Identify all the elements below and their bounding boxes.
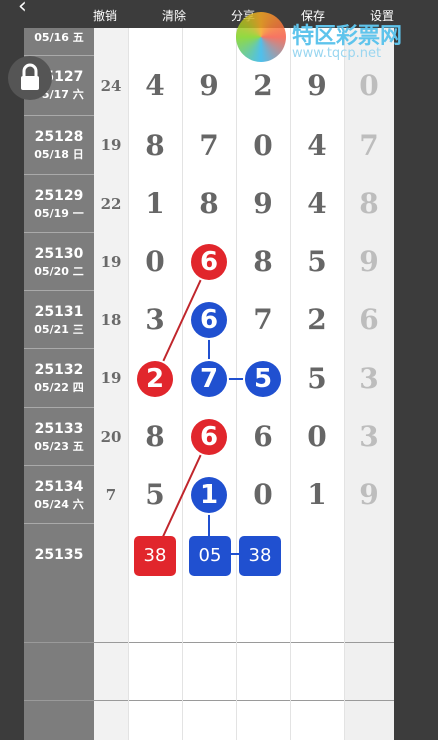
empty-last-column xyxy=(344,583,394,740)
empty-issue-column xyxy=(24,583,94,740)
lock-button[interactable] xyxy=(8,56,52,100)
digit-cell[interactable]: 1 xyxy=(290,466,344,524)
digit-cell[interactable]: 5 xyxy=(290,233,344,291)
tail-digit-cell[interactable]: 9 xyxy=(344,466,394,524)
blue-pick-box[interactable]: 05 xyxy=(189,536,231,576)
sum-cell: 18 xyxy=(94,291,128,349)
digit-cell[interactable]: 0 xyxy=(290,408,344,466)
lock-icon xyxy=(21,63,39,90)
predict-issue-number: 25135 xyxy=(34,547,84,563)
digit-cell[interactable]: 7 xyxy=(182,116,236,175)
digit-cell[interactable]: 9 xyxy=(290,56,344,116)
issue-date: 05/20 二 xyxy=(34,265,84,278)
blue-ball[interactable]: 6 xyxy=(191,302,227,338)
blue-ball[interactable]: 5 xyxy=(245,361,281,397)
issue-date: 05/24 六 xyxy=(34,498,84,511)
undo-button[interactable]: 撤销 xyxy=(93,7,117,24)
left-sidebar xyxy=(0,0,24,740)
right-sidebar xyxy=(394,0,438,740)
blue-ball[interactable]: 7 xyxy=(191,361,227,397)
blue-ball[interactable]: 1 xyxy=(191,477,227,513)
sum-cell: 19 xyxy=(94,116,128,175)
digit-cell[interactable]: 8 xyxy=(182,175,236,233)
digit-cell[interactable]: 2 xyxy=(236,56,290,116)
tail-digit-cell[interactable]: 7 xyxy=(344,116,394,175)
clear-button[interactable]: 清除 xyxy=(162,7,186,24)
digit-cell[interactable]: 0 xyxy=(236,466,290,524)
predict-tail-cell xyxy=(344,524,394,583)
predict-sum-cell xyxy=(94,524,128,583)
issue-number: 25128 xyxy=(34,129,84,145)
issue-number: 25130 xyxy=(34,246,84,262)
issue-date: 05/16 五 xyxy=(34,31,84,44)
issue-cell: 25134 05/24 六 xyxy=(24,466,94,524)
blue-pick-box[interactable]: 38 xyxy=(239,536,281,576)
issue-cell: 25129 05/19 一 xyxy=(24,175,94,233)
issue-cell: 25132 05/22 四 xyxy=(24,349,94,408)
predict-issue-cell: 25135 xyxy=(24,524,94,583)
digit-cell[interactable]: 2 xyxy=(290,291,344,349)
grid-line xyxy=(128,28,129,740)
issue-date: 05/18 日 xyxy=(34,148,84,161)
digit-cell[interactable]: 7 xyxy=(236,291,290,349)
digit-cell[interactable]: 6 xyxy=(236,408,290,466)
digit-cell[interactable]: 4 xyxy=(290,116,344,175)
watermark-url: www.tqcp.net xyxy=(292,46,382,61)
red-ball[interactable]: 6 xyxy=(191,244,227,280)
digit-cell[interactable]: 0 xyxy=(128,233,182,291)
logo-icon xyxy=(236,12,286,62)
issue-cell: 25131 05/21 三 xyxy=(24,291,94,349)
sum-cell: 22 xyxy=(94,175,128,233)
row-divider xyxy=(24,700,394,701)
chevron-left-icon[interactable]: ‹ xyxy=(18,0,27,19)
red-ball[interactable]: 2 xyxy=(137,361,173,397)
issue-date: 05/23 五 xyxy=(34,440,84,453)
digit-cell[interactable]: 8 xyxy=(236,233,290,291)
digit-cell[interactable]: 1 xyxy=(128,175,182,233)
tail-digit-cell[interactable]: 0 xyxy=(344,56,394,116)
digit-cell[interactable]: 4 xyxy=(128,56,182,116)
issue-number: 25131 xyxy=(34,304,84,320)
digit-cell[interactable]: 5 xyxy=(128,466,182,524)
red-ball[interactable]: 6 xyxy=(191,419,227,455)
sum-cell: 7 xyxy=(94,466,128,524)
digit-cell[interactable]: 9 xyxy=(236,175,290,233)
red-pick-box[interactable]: 38 xyxy=(134,536,176,576)
grid-line xyxy=(182,28,183,740)
digit-cell[interactable]: 3 xyxy=(128,291,182,349)
issue-cell: 25128 05/18 日 xyxy=(24,116,94,175)
tail-digit-cell[interactable]: 3 xyxy=(344,408,394,466)
sum-cell: 19 xyxy=(94,233,128,291)
issue-number: 25133 xyxy=(34,421,84,437)
tail-digit-cell[interactable]: 3 xyxy=(344,349,394,408)
tail-digit-cell[interactable]: 9 xyxy=(344,233,394,291)
issue-date: 05/22 四 xyxy=(34,381,84,394)
row-divider xyxy=(24,642,394,643)
digit-cell[interactable]: 8 xyxy=(128,408,182,466)
digit-cell[interactable]: 8 xyxy=(128,116,182,175)
sum-cell: 24 xyxy=(94,56,128,116)
issue-cell: 25133 05/23 五 xyxy=(24,408,94,466)
grid-line xyxy=(236,28,237,740)
digit-cell[interactable]: 0 xyxy=(236,116,290,175)
issue-date: 05/21 三 xyxy=(34,323,84,336)
tail-digit-cell[interactable]: 6 xyxy=(344,291,394,349)
tail-digit-cell[interactable]: 8 xyxy=(344,175,394,233)
sum-cell: 20 xyxy=(94,408,128,466)
empty-sum-column xyxy=(94,583,128,740)
issue-number: 25134 xyxy=(34,479,84,495)
digit-cell[interactable]: 5 xyxy=(290,349,344,408)
issue-cell: 25130 05/20 二 xyxy=(24,233,94,291)
grid-line xyxy=(344,28,345,740)
sum-cell: 19 xyxy=(94,349,128,408)
issue-number: 25132 xyxy=(34,362,84,378)
digit-cell[interactable]: 4 xyxy=(290,175,344,233)
digit-cell[interactable]: 9 xyxy=(182,56,236,116)
issue-date: 05/19 一 xyxy=(34,207,84,220)
issue-number: 25129 xyxy=(34,188,84,204)
grid-line xyxy=(290,28,291,740)
